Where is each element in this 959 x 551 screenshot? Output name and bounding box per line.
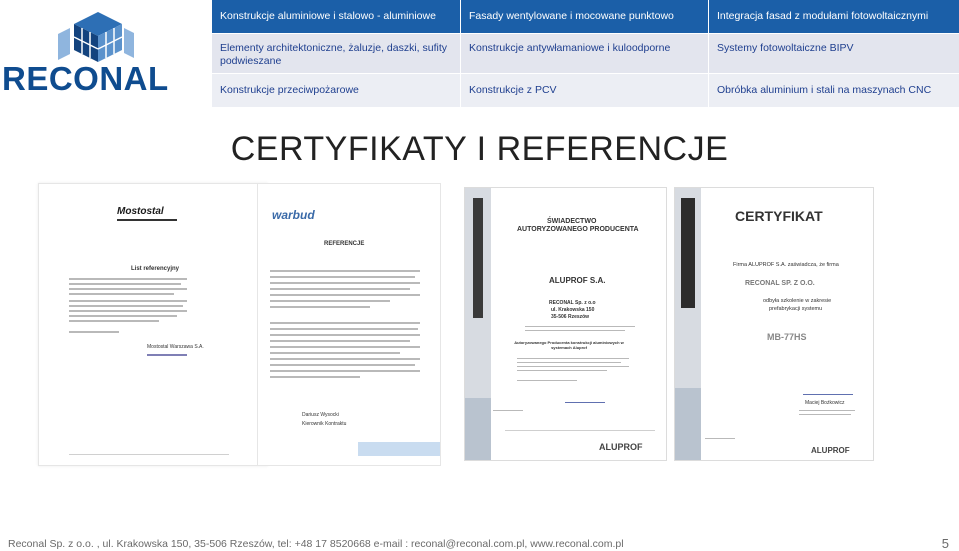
nav-row-1: Konstrukcje aluminiowe i stalowo - alumi… xyxy=(212,0,959,33)
certificate-mostostal[interactable]: Mostostal List referencyjny Mostostal Wa… xyxy=(38,183,268,466)
certificate-aluprof-authorized[interactable]: ŚWIADECTWO AUTORYZOWANEGO PRODUCENTA ALU… xyxy=(464,187,667,461)
page-number: 5 xyxy=(941,536,949,551)
aluprof-cert-system: MB-77HS xyxy=(767,332,807,342)
aluprof-auth-heading-2: AUTORYZOWANEGO PRODUCENTA xyxy=(517,226,639,233)
aluprof-auth-address-1: ul. Krakowska 150 xyxy=(551,307,595,313)
aluprof-cert-text-2: prefabrykacji systemu xyxy=(769,306,823,312)
aluprof-cert-footer-logo: ALUPROF xyxy=(811,446,850,455)
nav-item-burglar-bulletproof[interactable]: Konstrukcje antywłamaniowe i kuloodporne xyxy=(461,34,709,73)
aluprof-auth-heading-1: ŚWIADECTWO xyxy=(547,218,597,225)
warbud-heading: REFERENCJE xyxy=(324,241,365,247)
aluprof-cert-intro: Firma ALUPROF S.A. zaświadcza, że firma xyxy=(733,262,839,268)
aluprof-auth-footer-logo: ALUPROF xyxy=(599,442,643,452)
reconal-logo[interactable]: RECONAL xyxy=(0,0,212,107)
warbud-signature-name: Dariusz Wysocki xyxy=(302,412,339,418)
certificate-aluprof-mb77hs[interactable]: CERTYFIKAT Firma ALUPROF S.A. zaświadcza… xyxy=(674,187,874,461)
aluprof-cert-text-1: odbyła szkolenie w zakresie xyxy=(763,298,832,304)
nav-item-cnc-machining[interactable]: Obróbka aluminium i stali na maszynach C… xyxy=(709,74,959,107)
nav-item-architectural-elements[interactable]: Elementy architektoniczne, żaluzje, dasz… xyxy=(212,34,461,73)
mostostal-heading: List referencyjny xyxy=(131,266,180,272)
nav-item-ventilated-facades[interactable]: Fasady wentylowane i mocowane punktowo xyxy=(461,0,709,33)
footer-contact: Reconal Sp. z o.o. , ul. Krakowska 150, … xyxy=(8,538,624,550)
mostostal-signature: Mostostal Warszawa S.A. xyxy=(147,344,204,350)
mostostal-logo: Mostostal xyxy=(117,206,164,217)
aluprof-auth-role: Autoryzowanego Producenta konstrukcji al… xyxy=(514,340,624,350)
page-title: CERTYFIKATY I REFERENCJE xyxy=(230,130,729,168)
nav-item-fire-structures[interactable]: Konstrukcje przeciwpożarowe xyxy=(212,74,461,107)
aluprof-cert-holder: RECONAL SP. Z O.O. xyxy=(745,280,815,287)
warbud-signature-role: Kierownik Kontraktu xyxy=(302,421,347,427)
aluprof-auth-company: ALUPROF S.A. xyxy=(549,276,606,285)
aluprof-cert-signer: Maciej Bożkowicz xyxy=(805,400,845,406)
logo-wordmark: RECONAL xyxy=(2,60,169,97)
nav-item-pvc-structures[interactable]: Konstrukcje z PCV xyxy=(461,74,709,107)
aluprof-auth-address-2: 35-506 Rzeszów xyxy=(551,314,590,320)
nav-row-2: Elementy architektoniczne, żaluzje, dasz… xyxy=(212,34,959,73)
aluprof-cert-heading: CERTYFIKAT xyxy=(735,208,823,224)
top-nav-grid: Konstrukcje aluminiowe i stalowo - alumi… xyxy=(212,0,959,107)
nav-row-3: Konstrukcje przeciwpożarowe Konstrukcje … xyxy=(212,74,959,107)
nav-item-bipv-systems[interactable]: Systemy fotowoltaiczne BIPV xyxy=(709,34,959,73)
nav-item-facade-pv-integration[interactable]: Integracja fasad z modułami fotowoltaicz… xyxy=(709,0,959,33)
nav-item-aluminium-structures[interactable]: Konstrukcje aluminiowe i stalowo - alumi… xyxy=(212,0,461,33)
certificate-warbud[interactable]: warbud REFERENCJE Dariusz Wysocki Kierow… xyxy=(257,183,441,466)
aluprof-auth-holder: RECONAL Sp. z o.o xyxy=(549,300,596,306)
warbud-logo: warbud xyxy=(272,208,315,222)
